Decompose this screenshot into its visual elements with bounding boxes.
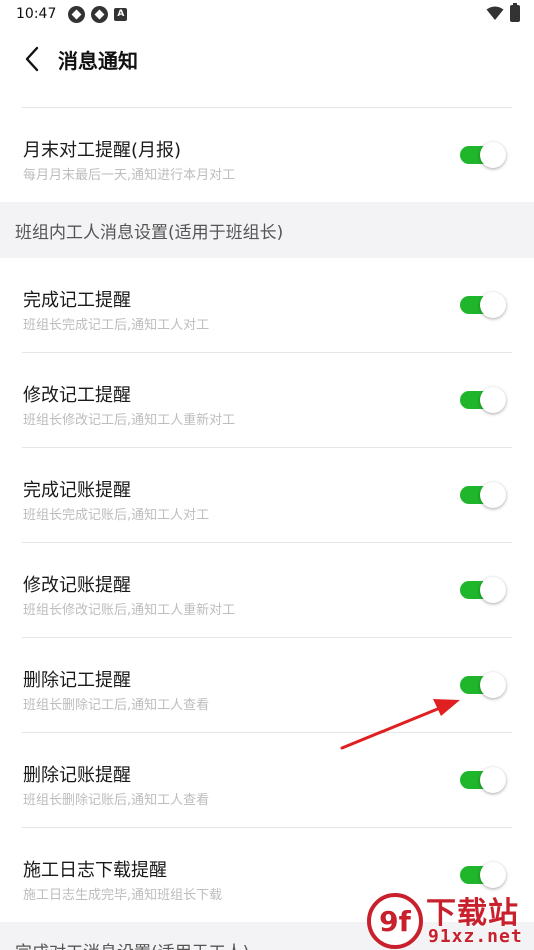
setting-title: 施工日志下载提醒	[23, 860, 167, 881]
watermark-logo-icon: 9f	[367, 893, 423, 949]
toggle-knob	[480, 862, 506, 888]
complete-work-toggle[interactable]	[460, 292, 506, 318]
setting-title: 完成记账提醒	[23, 480, 131, 501]
app-circle-icon	[68, 5, 86, 23]
toggle-knob	[480, 767, 506, 793]
setting-title: 完成记工提醒	[23, 290, 131, 311]
setting-title: 修改记工提醒	[23, 385, 131, 406]
status-system-icons	[486, 3, 520, 22]
setting-description: 班组长完成记账后,通知工人对工	[23, 508, 210, 523]
setting-description: 每月月末最后一天,通知进行本月对工	[23, 168, 236, 183]
watermark-url: 91xz.net	[428, 926, 523, 947]
a-icon: A	[114, 7, 128, 21]
toggle-knob	[480, 482, 506, 508]
setting-row-delete-work: 删除记工提醒 班组长删除记工后,通知工人查看	[0, 638, 534, 732]
setting-row-delete-account: 删除记账提醒 班组长删除记账后,通知工人查看	[0, 733, 534, 827]
app-circle-icon	[91, 5, 109, 23]
list-top-spacer	[0, 90, 534, 107]
wifi-icon	[486, 6, 504, 20]
setting-description: 班组长完成记工后,通知工人对工	[23, 318, 210, 333]
setting-row-complete-account: 完成记账提醒 班组长完成记账后,通知工人对工	[0, 448, 534, 542]
toggle-knob	[480, 672, 506, 698]
settings-list: 月末对工提醒(月报) 每月月末最后一天,通知进行本月对工 班组内工人消息设置(适…	[0, 90, 534, 950]
delete-work-toggle[interactable]	[460, 672, 506, 698]
setting-row-complete-work: 完成记工提醒 班组长完成记工后,通知工人对工	[0, 258, 534, 352]
setting-description: 班组长删除记工后,通知工人查看	[23, 698, 210, 713]
modify-account-toggle[interactable]	[460, 577, 506, 603]
setting-description: 班组长修改记工后,通知工人重新对工	[23, 413, 236, 428]
monthly-check-toggle[interactable]	[460, 142, 506, 168]
setting-title: 月末对工提醒(月报)	[23, 140, 182, 161]
toggle-knob	[480, 292, 506, 318]
toggle-knob	[480, 387, 506, 413]
page-title: 消息通知	[58, 48, 138, 73]
setting-title: 删除记工提醒	[23, 670, 131, 691]
setting-title: 修改记账提醒	[23, 575, 131, 596]
watermark: 9f 下载站 91xz.net	[366, 886, 532, 950]
complete-account-toggle[interactable]	[460, 482, 506, 508]
section-header-team: 班组内工人消息设置(适用于班组长)	[0, 202, 534, 258]
setting-row-monthly-check: 月末对工提醒(月报) 每月月末最后一天,通知进行本月对工	[0, 108, 534, 202]
status-notification-icons: A	[68, 5, 128, 23]
setting-title: 删除记账提醒	[23, 765, 131, 786]
modify-work-toggle[interactable]	[460, 387, 506, 413]
status-bar: 10:47 A	[0, 0, 534, 28]
log-download-toggle[interactable]	[460, 862, 506, 888]
setting-description: 班组长修改记账后,通知工人重新对工	[23, 603, 236, 618]
setting-description: 班组长删除记账后,通知工人查看	[23, 793, 210, 808]
watermark-logo-text: 9f	[379, 905, 411, 938]
chevron-left-icon	[25, 46, 39, 72]
toggle-knob	[480, 577, 506, 603]
setting-row-modify-work: 修改记工提醒 班组长修改记工后,通知工人重新对工	[0, 353, 534, 447]
status-time: 10:47	[16, 6, 57, 22]
nav-bar: 消息通知	[0, 28, 534, 90]
setting-description: 施工日志生成完毕,通知班组长下载	[23, 888, 223, 903]
toggle-knob	[480, 142, 506, 168]
delete-account-toggle[interactable]	[460, 767, 506, 793]
back-button[interactable]	[12, 39, 52, 79]
battery-icon	[510, 3, 520, 22]
setting-row-modify-account: 修改记账提醒 班组长修改记账后,通知工人重新对工	[0, 543, 534, 637]
